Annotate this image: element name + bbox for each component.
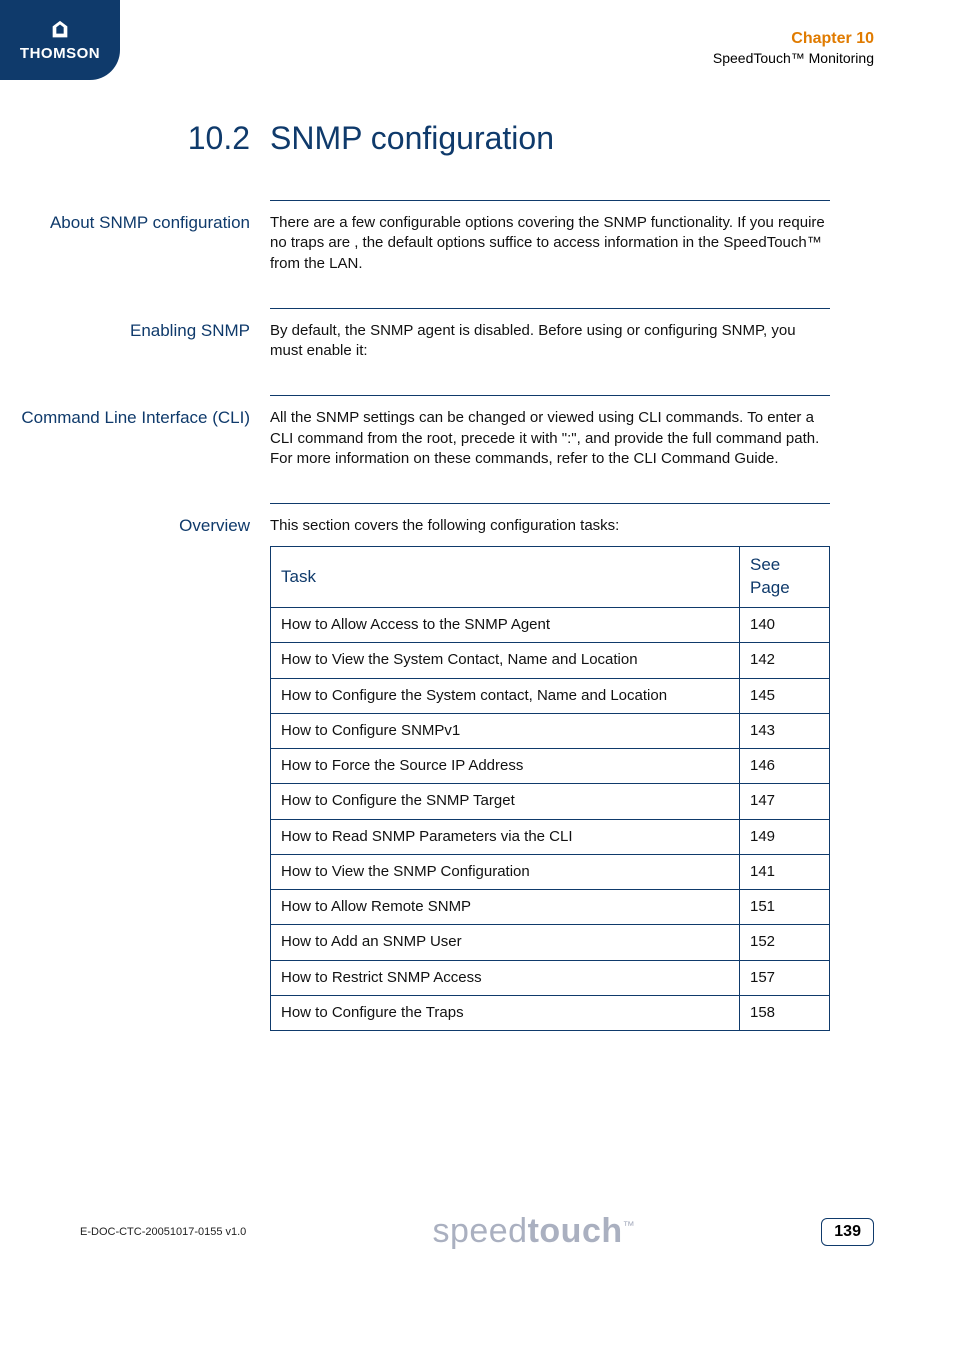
table-header-row: Task See Page	[271, 547, 830, 608]
section-enabling: Enabling SNMP By default, the SNMP agent…	[0, 308, 954, 384]
section-overview: Overview This section covers the followi…	[0, 503, 954, 1043]
logo-text: THOMSON	[20, 45, 100, 62]
task-cell: How to View the SNMP Configuration	[271, 854, 740, 889]
table-row: How to Allow Access to the SNMP Agent140	[271, 608, 830, 643]
table-row: How to Force the Source IP Address146	[271, 749, 830, 784]
section-label-about: About SNMP configuration	[0, 200, 270, 296]
task-cell: How to Configure SNMPv1	[271, 713, 740, 748]
table-row: How to Configure the Traps158	[271, 995, 830, 1030]
task-cell: How to Allow Remote SNMP	[271, 890, 740, 925]
page-cell: 141	[740, 854, 830, 889]
task-cell: How to Configure the System contact, Nam…	[271, 678, 740, 713]
brand-speedtouch: speedtouch™	[432, 1212, 635, 1251]
section-label-overview: Overview	[0, 503, 270, 1043]
tasks-table: Task See Page How to Allow Access to the…	[270, 546, 830, 1031]
page-cell: 143	[740, 713, 830, 748]
page-cell: 158	[740, 995, 830, 1030]
doc-reference: E-DOC-CTC-20051017-0155 v1.0	[80, 1226, 246, 1238]
table-row: How to Add an SNMP User152	[271, 925, 830, 960]
col-task: Task	[271, 547, 740, 608]
page-cell: 151	[740, 890, 830, 925]
page-cell: 149	[740, 819, 830, 854]
task-cell: How to Force the Source IP Address	[271, 749, 740, 784]
col-page: See Page	[740, 547, 830, 608]
table-row: How to Restrict SNMP Access157	[271, 960, 830, 995]
section-body-enabling: By default, the SNMP agent is disabled. …	[270, 308, 830, 384]
page-cell: 142	[740, 643, 830, 678]
overview-intro: This section covers the following config…	[270, 516, 830, 536]
thomson-logo-icon	[49, 19, 71, 41]
brand-light: speed	[432, 1212, 527, 1250]
section-title: SNMP configuration	[270, 120, 554, 157]
page-number: 139	[821, 1218, 874, 1246]
page-cell: 147	[740, 784, 830, 819]
header-right: Chapter 10 SpeedTouch™ Monitoring	[713, 30, 874, 66]
table-row: How to View the System Contact, Name and…	[271, 643, 830, 678]
section-body-cli: All the SNMP settings can be changed or …	[270, 395, 830, 491]
chapter-subtitle: SpeedTouch™ Monitoring	[713, 50, 874, 66]
task-cell: How to Restrict SNMP Access	[271, 960, 740, 995]
table-row: How to Allow Remote SNMP151	[271, 890, 830, 925]
task-cell: How to Allow Access to the SNMP Agent	[271, 608, 740, 643]
table-row: How to Configure SNMPv1143	[271, 713, 830, 748]
page-cell: 157	[740, 960, 830, 995]
page-cell: 146	[740, 749, 830, 784]
page-cell: 152	[740, 925, 830, 960]
brand-bold: touch	[528, 1212, 623, 1250]
task-cell: How to Add an SNMP User	[271, 925, 740, 960]
section-label-cli: Command Line Interface (CLI)	[0, 395, 270, 491]
logo-corner: THOMSON	[0, 0, 120, 80]
task-cell: How to Configure the SNMP Target	[271, 784, 740, 819]
brand-tm: ™	[623, 1219, 636, 1233]
section-number: 10.2	[0, 120, 270, 157]
section-body-about: There are a few configurable options cov…	[270, 200, 830, 296]
section-about: About SNMP configuration There are a few…	[0, 200, 954, 296]
page: THOMSON Chapter 10 SpeedTouch™ Monitorin…	[0, 0, 954, 1351]
cli-text: All the SNMP settings can be changed or …	[270, 408, 830, 469]
table-row: How to Read SNMP Parameters via the CLI1…	[271, 819, 830, 854]
task-cell: How to View the System Contact, Name and…	[271, 643, 740, 678]
table-row: How to Configure the SNMP Target147	[271, 784, 830, 819]
page-cell: 140	[740, 608, 830, 643]
page-footer: E-DOC-CTC-20051017-0155 v1.0 speedtouch™…	[0, 1212, 954, 1251]
section-cli: Command Line Interface (CLI) All the SNM…	[0, 395, 954, 491]
chapter-label: Chapter 10	[713, 30, 874, 48]
section-body-overview: This section covers the following config…	[270, 503, 830, 1043]
table-row: How to View the SNMP Configuration141	[271, 854, 830, 889]
task-cell: How to Configure the Traps	[271, 995, 740, 1030]
task-cell: How to Read SNMP Parameters via the CLI	[271, 819, 740, 854]
content-area: About SNMP configuration There are a few…	[0, 200, 954, 1055]
page-title: 10.2 SNMP configuration	[0, 120, 954, 157]
enabling-text: By default, the SNMP agent is disabled. …	[270, 321, 830, 362]
about-text: There are a few configurable options cov…	[270, 213, 830, 274]
table-row: How to Configure the System contact, Nam…	[271, 678, 830, 713]
section-label-enabling: Enabling SNMP	[0, 308, 270, 384]
page-cell: 145	[740, 678, 830, 713]
